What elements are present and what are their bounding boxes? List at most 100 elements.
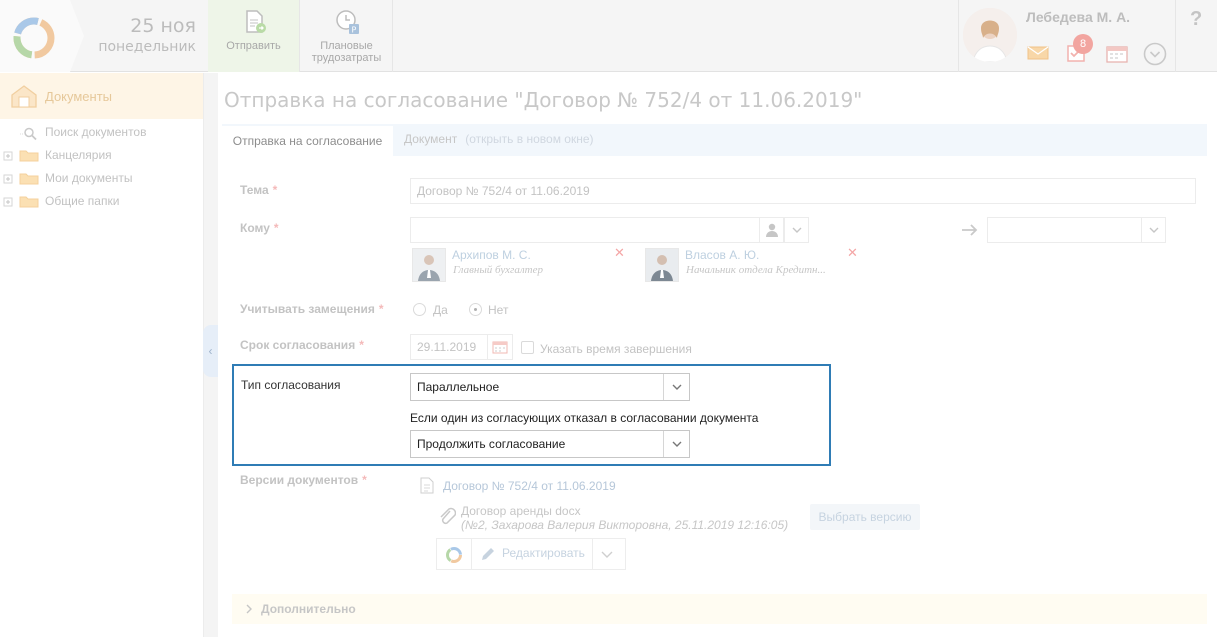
calendar-icon[interactable] — [1105, 44, 1129, 64]
deadline-input[interactable]: 29.11.2019 — [410, 334, 488, 360]
end-time-checkbox[interactable] — [521, 341, 534, 354]
chevron-down-icon[interactable] — [1143, 42, 1167, 66]
reject-action-dropdown-button[interactable] — [663, 431, 689, 457]
tab-document-label: Документ — [404, 132, 458, 146]
recipient-position: Главный бухгалтер — [453, 264, 543, 276]
substitutions-yes-radio[interactable] — [413, 303, 426, 316]
route-dropdown-button[interactable] — [1141, 217, 1166, 243]
subject-label: Тема * — [240, 183, 278, 197]
calendar-icon — [492, 341, 508, 354]
date-picker-button[interactable] — [487, 334, 513, 360]
recipient-name[interactable]: Власов А. Ю. — [685, 248, 759, 262]
person-photo — [413, 249, 445, 281]
send-label: Отправить — [226, 40, 281, 52]
sidebar-header-documents[interactable]: Документы — [0, 73, 203, 119]
approval-type-label: Тип согласования — [241, 378, 341, 392]
additional-section[interactable]: Дополнительно — [232, 594, 1207, 624]
recipient-photo — [412, 248, 446, 282]
sidebar: Документы Поиск документов Канцелярия Мо… — [0, 73, 204, 637]
sidebar-item-label: Общие папки — [45, 194, 120, 208]
tasks-badge: 8 — [1073, 34, 1093, 54]
user-name[interactable]: Лебедева М. А. — [1026, 9, 1130, 25]
substitutions-yes-label: Да — [433, 303, 448, 317]
person-photo — [646, 249, 678, 281]
user-panel: Лебедева М. А. 8 — [958, 0, 1176, 72]
app-logo-small-icon[interactable] — [445, 546, 463, 564]
user-icons: 8 — [1025, 34, 1175, 68]
sidebar-item-label: Мои документы — [45, 171, 133, 185]
chevron-right-icon — [246, 604, 252, 614]
approval-type-select[interactable]: Параллельное — [410, 373, 690, 401]
plan-label-line2: трудозатраты — [311, 52, 382, 64]
collapse-sidebar-button[interactable]: ‹ — [203, 325, 218, 377]
user-icon — [765, 223, 778, 237]
mail-icon[interactable] — [1027, 46, 1049, 60]
user-photo — [963, 8, 1017, 62]
svg-text:P: P — [351, 26, 356, 35]
app-logo[interactable] — [0, 0, 84, 72]
clock-icon: P — [335, 10, 359, 35]
documents-home-icon — [11, 85, 37, 108]
open-in-new-window-link[interactable]: (открыть в новом окне) — [465, 132, 593, 146]
recipient-name[interactable]: Архипов М. С. — [452, 248, 531, 262]
help-icon[interactable]: ? — [1190, 8, 1202, 31]
recipient-position: Начальник отдела Кредитн... — [686, 264, 826, 276]
tab-document[interactable]: Документ (открыть в новом окне) — [404, 124, 594, 156]
approval-type-value: Параллельное — [417, 380, 500, 394]
top-bar: 25 ноя понедельник Отправить P Плановые … — [0, 0, 1217, 72]
pick-user-button[interactable] — [759, 217, 784, 243]
send-document-icon — [245, 10, 266, 33]
chevron-down-icon — [672, 441, 682, 447]
send-button[interactable]: Отправить — [208, 0, 300, 72]
approval-type-section: Тип согласования Параллельное Если один … — [232, 364, 831, 466]
user-avatar[interactable] — [963, 8, 1017, 62]
sidebar-item-shared-folders[interactable]: Общие папки — [0, 190, 203, 213]
additional-label: Дополнительно — [261, 602, 356, 616]
sidebar-item-search[interactable]: Поиск документов — [0, 121, 203, 144]
planned-labor-button[interactable]: P Плановые трудозатраты — [301, 0, 393, 72]
substitutions-label: Учитывать замещения * — [240, 302, 384, 316]
tab-bar: Отправка на согласование Документ (открыт… — [222, 124, 1207, 156]
paperclip-icon — [440, 507, 456, 525]
edit-label: Редактировать — [502, 546, 585, 560]
attachment-meta: (№2, Захарова Валерия Викторовна, 25.11.… — [461, 518, 789, 532]
reject-condition-text: Если один из согласующих отказал в согла… — [410, 411, 759, 425]
document-icon — [420, 477, 434, 494]
remove-recipient-icon[interactable]: ✕ — [847, 245, 858, 261]
edit-button[interactable]: Редактировать — [471, 539, 593, 569]
recipient-input[interactable] — [410, 217, 760, 243]
app-logo-icon — [13, 17, 55, 59]
deadline-label: Срок согласования * — [240, 338, 364, 352]
attachment-name[interactable]: Договор аренды docx — [461, 504, 581, 518]
reject-action-value: Продолжить согласование — [417, 437, 566, 451]
folder-icon — [3, 173, 39, 185]
page-title: Отправка на согласование "Договор № 752/… — [224, 88, 863, 112]
search-icon — [20, 127, 37, 141]
to-label: Кому * — [240, 221, 279, 235]
route-input[interactable] — [987, 217, 1142, 243]
folder-icon — [3, 150, 39, 162]
sidebar-item-my-documents[interactable]: Мои документы — [0, 167, 203, 190]
subject-input[interactable]: Договор № 752/4 от 11.06.2019 — [410, 178, 1196, 204]
substitutions-no-label: Нет — [488, 303, 509, 317]
substitutions-no-radio[interactable] — [469, 303, 482, 316]
date-day: 25 ноя — [130, 15, 196, 37]
reject-action-select[interactable]: Продолжить согласование — [410, 430, 690, 458]
chevron-down-icon[interactable] — [600, 550, 614, 560]
chevron-down-icon — [792, 227, 801, 233]
end-time-label: Указать время завершения — [540, 342, 692, 356]
pencil-icon — [482, 548, 494, 560]
chevron-down-icon — [1149, 227, 1158, 233]
recipient-dropdown-button[interactable] — [784, 217, 809, 243]
choose-version-button[interactable]: Выбрать версию — [810, 504, 920, 530]
version-document-link[interactable]: Договор № 752/4 от 11.06.2019 — [443, 479, 616, 493]
sidebar-item-chancellery[interactable]: Канцелярия — [0, 144, 203, 167]
versions-label: Версии документов * — [240, 473, 367, 487]
tab-send-for-approval[interactable]: Отправка на согласование — [222, 124, 393, 156]
approval-type-dropdown-button[interactable] — [663, 374, 689, 400]
plan-label-line1: Плановые — [320, 40, 373, 52]
chevron-down-icon — [672, 384, 682, 390]
recipient-photo — [645, 248, 679, 282]
remove-recipient-icon[interactable]: ✕ — [614, 245, 625, 261]
sidebar-item-label: Канцелярия — [45, 148, 112, 162]
